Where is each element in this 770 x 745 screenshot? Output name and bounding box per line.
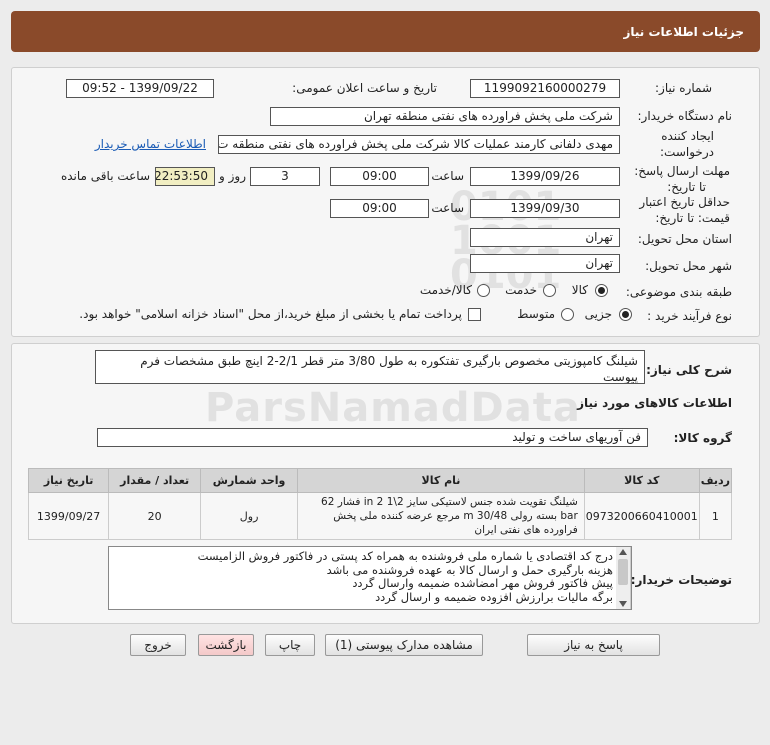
deadline-time-label: ساعت: [431, 169, 464, 183]
category-goods-service-label: کالا/خدمت: [419, 283, 472, 297]
table-row: 1 0973200660410001 شیلنگ تقویت شده جنس ل…: [27, 492, 733, 540]
process-medium-radio[interactable]: [561, 308, 574, 321]
days-field: 3: [250, 167, 320, 186]
validity-time-label: ساعت: [431, 201, 464, 215]
deadline-label-1: مهلت ارسال پاسخ:: [634, 164, 730, 178]
notes-label: توضیحات خریدار:: [630, 573, 732, 587]
city-field: تهران: [470, 254, 620, 273]
goods-group-label: گروه کالا:: [673, 431, 732, 445]
page-header: جزئیات اطلاعات نیاز: [11, 11, 760, 52]
need-number-field: 1199092160000279: [470, 79, 620, 98]
category-goods-service-radio[interactable]: [477, 284, 490, 297]
process-label: نوع فرآیند خرید :: [647, 309, 732, 323]
cell-unit: رول: [199, 492, 299, 540]
cell-code: 0973200660410001: [583, 492, 700, 540]
announce-field: 1399/09/22 - 09:52: [66, 79, 214, 98]
goods-table-header: ردیف کد کالا نام کالا واحد شمارش تعداد /…: [27, 468, 733, 493]
goods-section-title: اطلاعات کالاهای مورد نیاز: [577, 396, 732, 410]
province-label: استان محل تحویل:: [637, 232, 732, 246]
cell-qty: 20: [108, 492, 201, 540]
process-partial-label: جزیی: [584, 307, 612, 321]
cell-date: 1399/09/27: [27, 492, 110, 540]
category-service-radio[interactable]: [543, 284, 556, 297]
category-service-label: خدمت: [505, 283, 537, 297]
announce-label: تاریخ و ساعت اعلان عمومی:: [292, 81, 437, 95]
goods-group-field: فن آوریهای ساخت و تولید: [97, 428, 648, 447]
deadline-date-field: 1399/09/26: [470, 167, 620, 186]
col-date: تاریخ نیاز: [27, 468, 110, 493]
treasury-checkbox[interactable]: [468, 308, 481, 321]
remaining-time-field: 22:53:50: [155, 167, 215, 186]
scroll-thumb[interactable]: [618, 559, 628, 585]
city-label: شهر محل تحویل:: [645, 259, 732, 273]
validity-time-field: 09:00: [330, 199, 429, 218]
days-label: روز و: [219, 169, 246, 183]
summary-label: شرح کلی نیاز:: [646, 363, 732, 377]
note-line: برگه مالیات برارزش افزوده ضمیمه و ارسال …: [375, 589, 613, 604]
notes-scrollbar[interactable]: [616, 547, 631, 609]
category-goods-radio[interactable]: [595, 284, 608, 297]
note-line: پیش فاکتور فروش مهر امضاشده ضمیمه وارسال…: [352, 576, 613, 590]
buyer-org-field: شرکت ملی پخش فراورده های نفتی منطقه تهرا…: [270, 107, 620, 126]
back-button[interactable]: بازگشت: [198, 634, 254, 656]
note-line: هزینه بارگیری حمل و ارسال کالا به عهده ف…: [326, 562, 613, 577]
col-code: کد کالا: [583, 468, 700, 493]
reply-button[interactable]: پاسخ به نیاز: [527, 634, 660, 656]
province-field: تهران: [470, 228, 620, 247]
validity-date-field: 1399/09/30: [470, 199, 620, 218]
notes-textarea[interactable]: درج کد اقتصادی یا شماره ملی فروشنده به ه…: [108, 546, 632, 610]
deadline-time-field: 09:00: [330, 167, 429, 186]
category-goods-label: کالا: [571, 283, 588, 297]
col-name: نام کالا: [297, 468, 585, 493]
contact-info-link[interactable]: اطلاعات تماس خریدار: [95, 137, 206, 151]
deadline-label-2: تا تاریخ:: [667, 180, 706, 194]
process-partial-radio[interactable]: [619, 308, 632, 321]
validity-label-2: قیمت: تا تاریخ:: [655, 211, 730, 225]
scroll-down-icon[interactable]: [619, 601, 627, 607]
creator-label-1: ایجاد کننده: [661, 129, 714, 143]
goods-table: ردیف کد کالا نام کالا واحد شمارش تعداد /…: [27, 468, 733, 540]
cell-row: 1: [698, 492, 733, 540]
page-title: جزئیات اطلاعات نیاز: [623, 24, 744, 39]
validity-label-1: حداقل تاریخ اعتبار: [639, 195, 730, 209]
col-row: ردیف: [698, 468, 733, 493]
need-number-label: شماره نیاز:: [655, 81, 712, 95]
print-button[interactable]: چاپ: [265, 634, 315, 656]
view-attachments-button[interactable]: مشاهده مدارک پیوستی (1): [325, 634, 483, 656]
col-qty: تعداد / مقدار: [108, 468, 201, 493]
summary-field: شیلنگ کامپوزیتی مخصوص بارگیری تفتکوره به…: [95, 350, 645, 384]
creator-field: مهدی دلفانی کارمند عملیات کالا شرکت ملی …: [218, 135, 620, 154]
treasury-note: پرداخت تمام یا بخشی از مبلغ خرید،از محل …: [79, 307, 462, 321]
creator-label-2: درخواست:: [660, 145, 714, 159]
summary-text: شیلنگ کامپوزیتی مخصوص بارگیری تفتکوره به…: [140, 354, 638, 384]
note-line: درج کد اقتصادی یا شماره ملی فروشنده به ه…: [197, 549, 613, 563]
col-unit: واحد شمارش: [199, 468, 299, 493]
exit-button[interactable]: خروج: [130, 634, 186, 656]
buyer-org-label: نام دستگاه خریدار:: [637, 109, 733, 123]
scroll-up-icon[interactable]: [619, 549, 627, 555]
remaining-label: ساعت باقی مانده: [60, 169, 150, 183]
process-medium-label: متوسط: [517, 307, 555, 321]
category-label: طبقه بندی موضوعی:: [625, 285, 732, 299]
cell-name: شیلنگ تقویت شده جنس لاستیکی سایز 2\1 2 i…: [297, 492, 585, 540]
